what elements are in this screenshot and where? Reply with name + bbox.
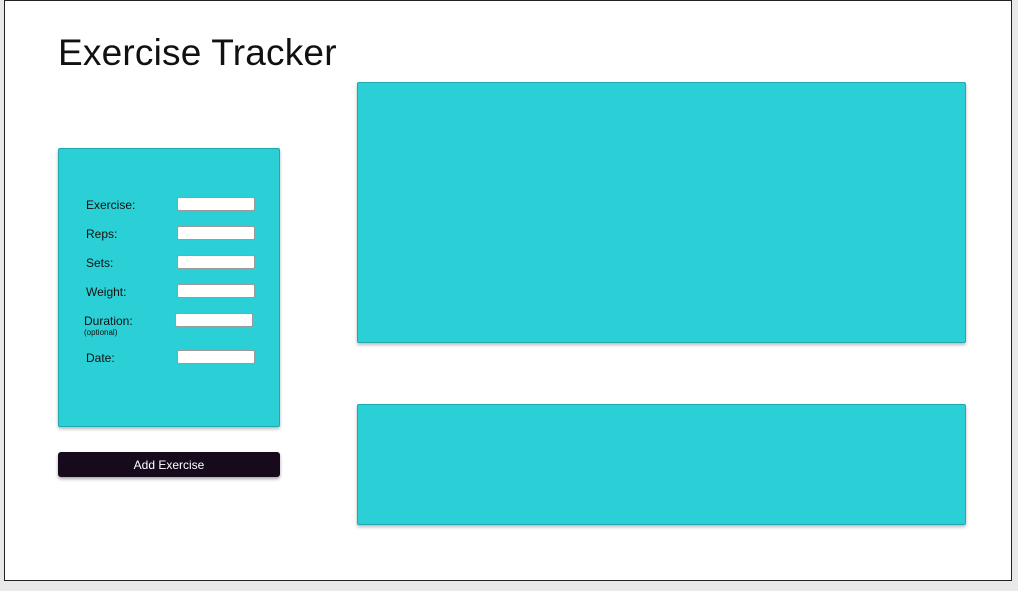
duration-optional-note: (optional) <box>84 328 118 337</box>
page-title: Exercise Tracker <box>58 32 337 73</box>
form-row-weight: Weight: <box>59 284 279 305</box>
duration-label: Duration: <box>84 314 133 328</box>
date-label: Date: <box>86 351 115 365</box>
form-row-duration: Duration: (optional) <box>59 313 279 338</box>
form-row-reps: Reps: <box>59 226 279 247</box>
exercise-form: Exercise: Reps: Sets: Weight: Duration: … <box>58 148 280 427</box>
summary-panel <box>357 404 966 525</box>
form-row-sets: Sets: <box>59 255 279 276</box>
sets-input[interactable] <box>177 255 255 269</box>
weight-input[interactable] <box>177 284 255 298</box>
exercise-list-panel <box>357 82 966 343</box>
exercise-input[interactable] <box>177 197 255 211</box>
duration-input[interactable] <box>175 313 253 327</box>
exercise-label: Exercise: <box>86 198 136 212</box>
weight-label: Weight: <box>86 285 127 299</box>
reps-label: Reps: <box>86 227 118 241</box>
form-row-date: Date: <box>59 350 279 371</box>
add-exercise-button[interactable]: Add Exercise <box>58 452 280 477</box>
date-input[interactable] <box>177 350 255 364</box>
app-frame: Exercise Tracker Exercise: Reps: Sets: W… <box>4 0 1012 581</box>
reps-input[interactable] <box>177 226 255 240</box>
sets-label: Sets: <box>86 256 114 270</box>
form-row-exercise: Exercise: <box>59 197 279 218</box>
